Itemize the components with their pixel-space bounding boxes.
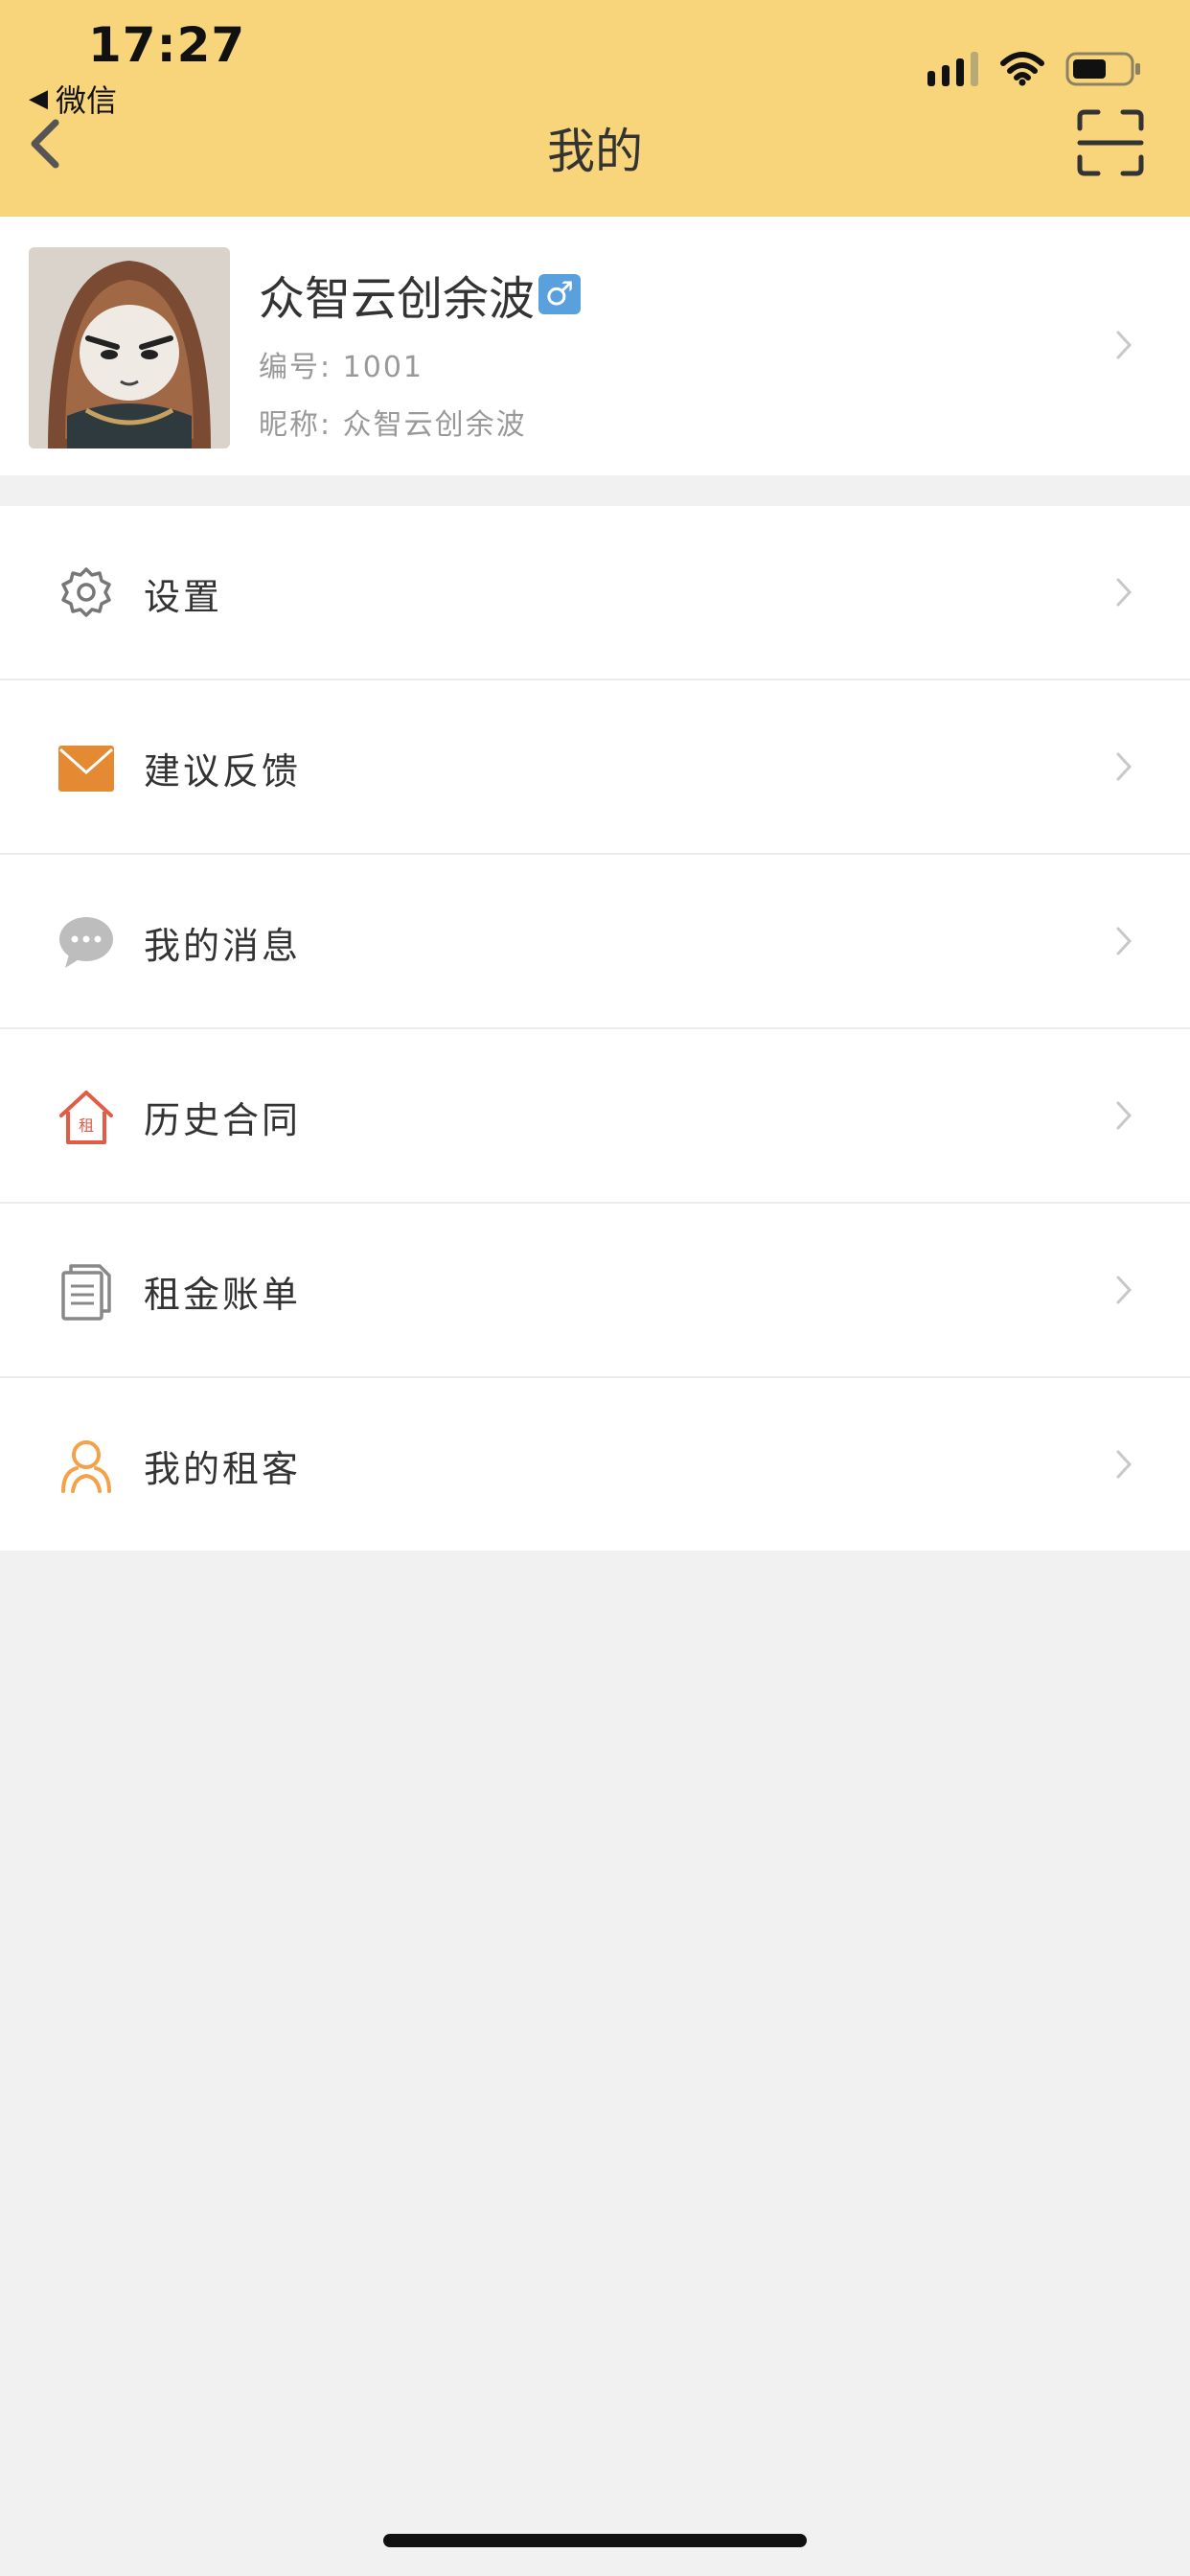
chevron-right-icon — [1116, 927, 1133, 955]
gear-icon — [61, 567, 111, 617]
male-gender-icon: ♂ — [538, 274, 582, 314]
menu-label: 租金账单 — [144, 1274, 302, 1316]
menu-item-settings[interactable]: 设置 — [0, 506, 1190, 680]
menu-item-messages[interactable]: 我的消息 — [0, 855, 1190, 1029]
user-nickname: 昵称: 众智云创余波 — [259, 408, 527, 442]
status-icons — [927, 50, 1142, 88]
chevron-right-icon — [1116, 1101, 1133, 1130]
avatar[interactable] — [29, 247, 230, 448]
header-bar: 17:27 ◀ 微信 我的 — [0, 0, 1190, 217]
profile-card[interactable]: 众智云创余波 ♂ 编号: 1001 昵称: 众智云创余波 — [0, 217, 1190, 475]
house-rent-char: 租 — [79, 1116, 94, 1135]
cellular-signal-icon — [927, 52, 978, 86]
status-time: 17:27 — [88, 17, 246, 73]
mail-icon — [58, 746, 114, 792]
back-triangle-icon: ◀ — [29, 84, 48, 113]
user-id: 编号: 1001 — [259, 351, 423, 384]
menu-item-history-contracts[interactable]: 租 历史合同 — [0, 1029, 1190, 1204]
menu-label: 我的租客 — [144, 1448, 302, 1490]
menu-item-my-tenants[interactable]: 我的租客 — [0, 1378, 1190, 1551]
user-name: 众智云创余波 — [259, 272, 536, 326]
tenant-icon — [61, 1440, 111, 1493]
chevron-right-icon — [1116, 331, 1133, 359]
menu-label: 历史合同 — [144, 1099, 302, 1141]
scan-icon[interactable] — [1077, 109, 1144, 176]
user-name-row: 众智云创余波 ♂ — [259, 261, 582, 328]
document-icon — [61, 1264, 111, 1321]
chat-bubble-icon — [59, 917, 113, 968]
menu-list: 设置 建议反馈 我的消息 租 历史合同 租金账单 我的租客 — [0, 506, 1190, 1551]
menu-item-rent-bills[interactable]: 租金账单 — [0, 1204, 1190, 1378]
chevron-right-icon — [1116, 1276, 1133, 1304]
menu-label: 我的消息 — [144, 925, 302, 967]
battery-icon — [1065, 52, 1140, 86]
house-rent-icon: 租 — [59, 1091, 113, 1144]
menu-label: 设置 — [144, 576, 223, 618]
menu-label: 建议反馈 — [144, 750, 302, 793]
wifi-icon — [1000, 52, 1044, 86]
page-title: 我的 — [547, 124, 643, 179]
chevron-right-icon — [1116, 578, 1133, 607]
chevron-right-icon — [1116, 1450, 1133, 1479]
menu-item-feedback[interactable]: 建议反馈 — [0, 680, 1190, 855]
chevron-right-icon — [1116, 752, 1133, 781]
home-indicator[interactable] — [383, 2534, 807, 2547]
